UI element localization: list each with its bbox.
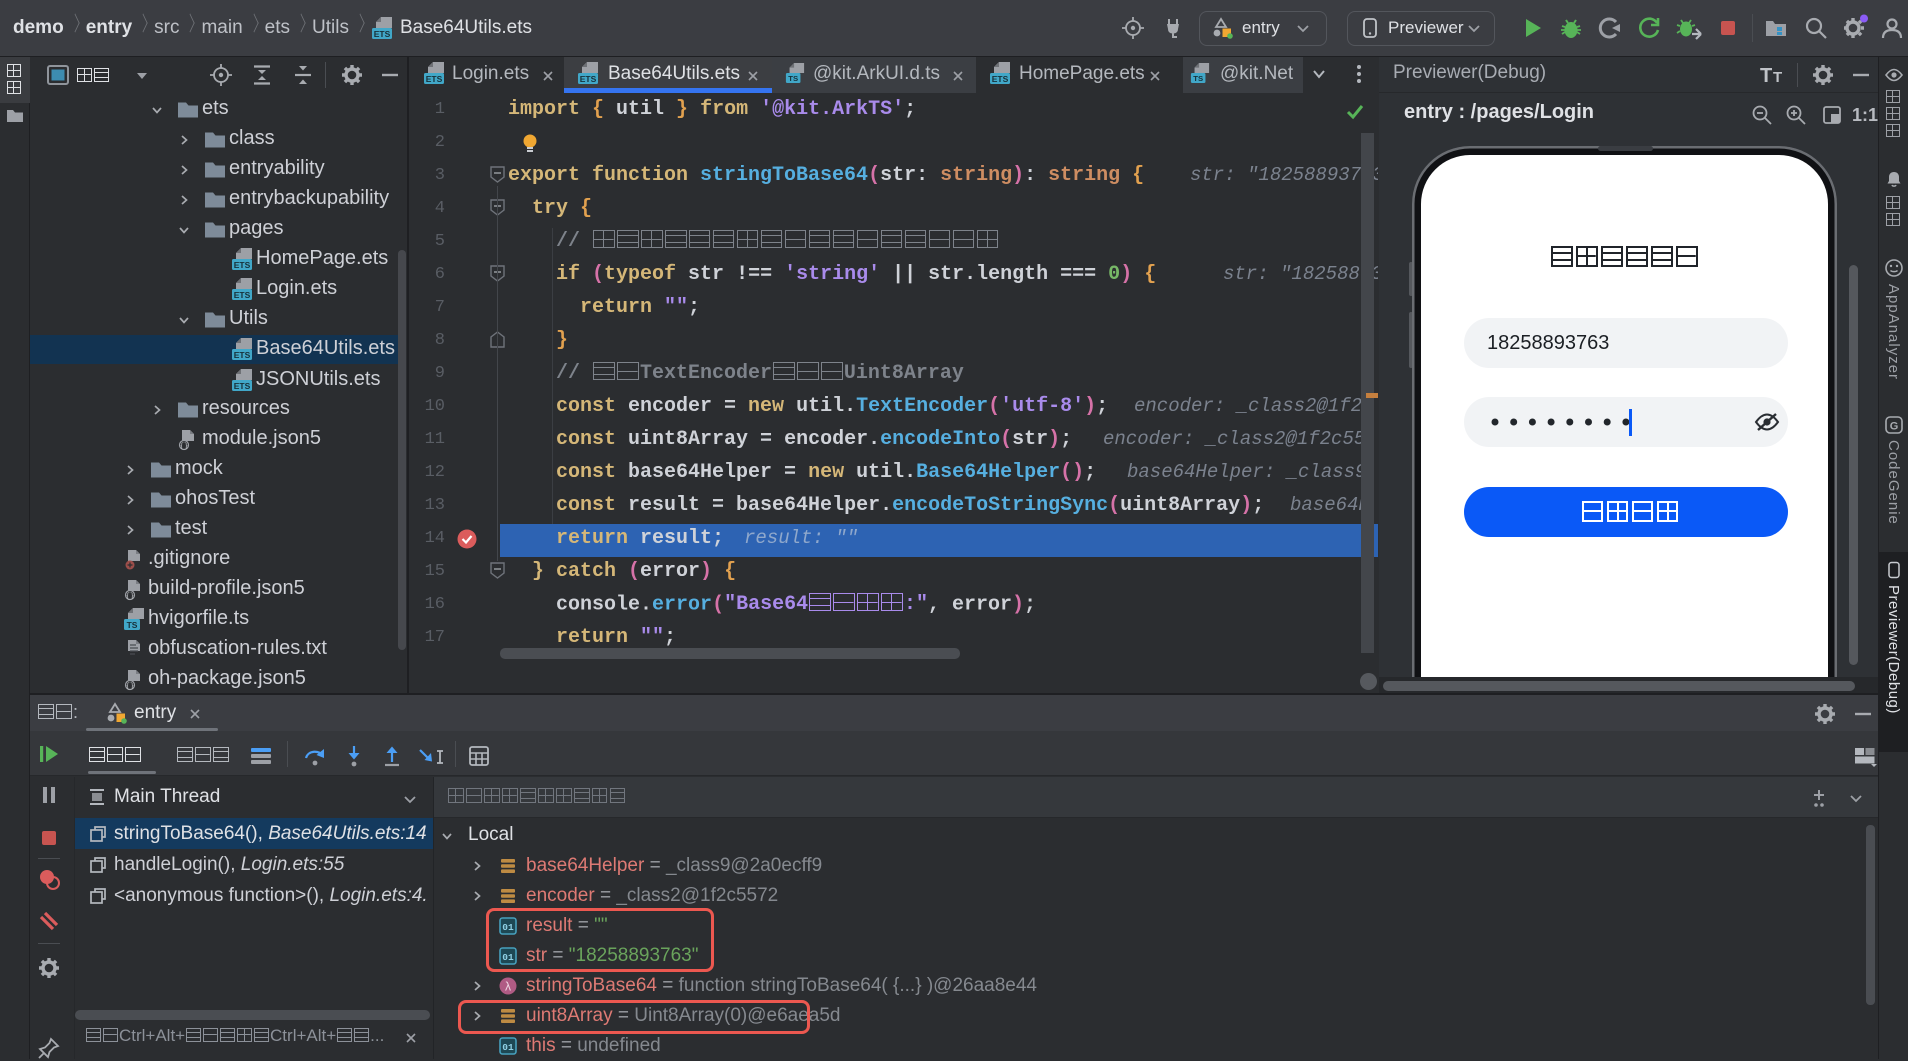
svg-text:TS: TS: [788, 74, 798, 83]
svg-text:{}: {}: [180, 443, 188, 451]
svg-text:TS: TS: [127, 620, 138, 630]
svg-text:ETS: ETS: [374, 29, 391, 39]
svg-text:01: 01: [502, 1042, 514, 1053]
svg-text:G: G: [1890, 421, 1899, 433]
svg-text:T: T: [1760, 65, 1772, 87]
svg-text:ETS: ETS: [234, 290, 251, 300]
svg-text:ETS: ETS: [234, 381, 251, 391]
svg-text:ETS: ETS: [580, 74, 597, 84]
svg-text:{}: {}: [126, 683, 134, 691]
svg-text:λ: λ: [505, 980, 511, 994]
svg-text:T: T: [1773, 69, 1782, 86]
svg-text:ETS: ETS: [234, 350, 251, 360]
svg-text:ETS: ETS: [426, 74, 443, 84]
svg-text:ETS: ETS: [234, 260, 251, 270]
svg-text:ETS: ETS: [992, 74, 1009, 84]
svg-text:{}: {}: [126, 593, 134, 601]
svg-text:TS: TS: [1193, 74, 1203, 83]
